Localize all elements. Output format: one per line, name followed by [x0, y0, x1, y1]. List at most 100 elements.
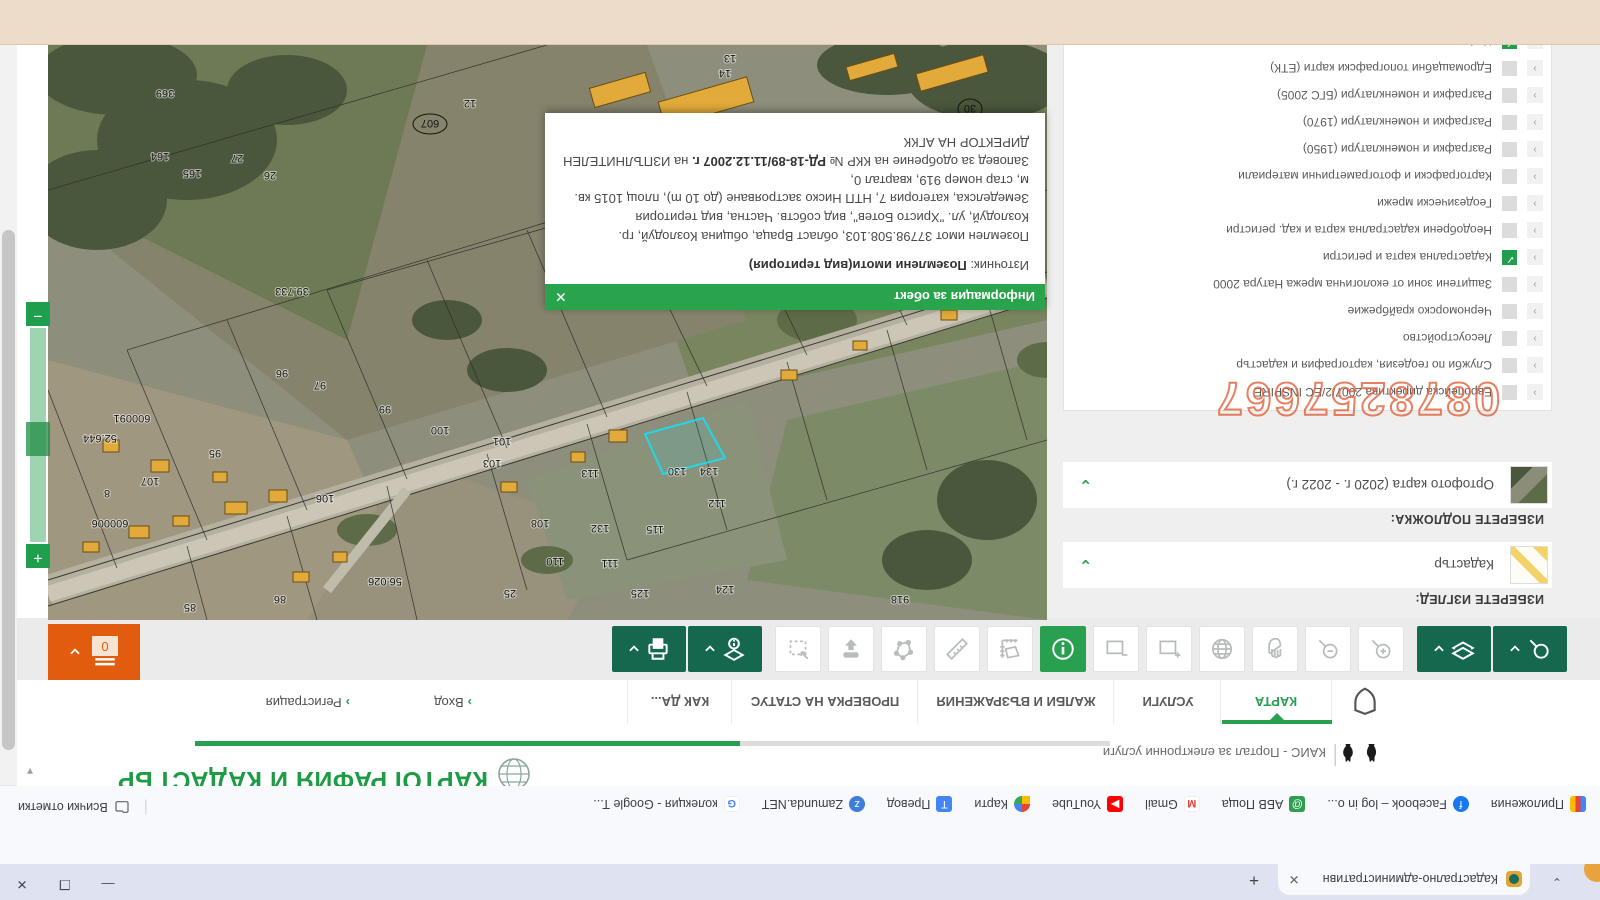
draw-polygon-tool-button[interactable] [881, 626, 927, 672]
view-option-row[interactable]: Кадастър ⌄ [1063, 542, 1552, 588]
nav-tab-как-да-[interactable]: КАК ДА... [627, 680, 732, 724]
layer-checkbox[interactable] [1502, 115, 1517, 130]
all-bookmarks-label[interactable]: Всички отметки [18, 800, 108, 814]
nav-tab-проверка-на-статус[interactable]: ПРОВЕРКА НА СТАТУС [731, 680, 918, 724]
layer-label[interactable]: Разграфки и номенклатури (1950) [1303, 143, 1492, 157]
full-extent-tool-button[interactable] [1199, 626, 1245, 672]
browser-tab[interactable]: Кадастрално-административн ✕ [1278, 864, 1530, 895]
chevron-down-icon[interactable]: ⌄ [1079, 475, 1092, 495]
bookmark-label: Приложения [1491, 797, 1564, 811]
shield-icon[interactable] [1352, 686, 1378, 716]
window-maximize-button[interactable]: ❐ [45, 866, 85, 900]
layer-label[interactable]: Разграфки и номенклатури (1970) [1303, 116, 1492, 130]
layer-checkbox[interactable] [1502, 385, 1517, 400]
popup-header[interactable]: Информация за обект ✕ [545, 284, 1045, 310]
bookmark-item[interactable]: Приложения [1491, 796, 1586, 812]
layer-checkbox[interactable] [1502, 45, 1517, 49]
layer-expand-icon[interactable]: › [1527, 304, 1543, 320]
popup-close-icon[interactable]: ✕ [555, 289, 567, 306]
tab-search-icon[interactable]: ⌄ [1546, 870, 1568, 892]
zoom-rect-out-tool-button[interactable] [1093, 626, 1139, 672]
tab-close-icon[interactable]: ✕ [1286, 872, 1302, 888]
layer-label[interactable]: Картографски и фотограметрични материали [1238, 170, 1492, 184]
layer-checkbox[interactable] [1502, 142, 1517, 157]
layer-label[interactable]: Неодобрени кадастрална карта и кад. реги… [1226, 224, 1492, 238]
search-tool-button[interactable] [1493, 626, 1567, 672]
select-tool-button[interactable] [775, 626, 821, 672]
auth-link-login[interactable]: ›Вход [434, 695, 472, 710]
measure-area-tool-button[interactable] [987, 626, 1033, 672]
layer-label[interactable]: Кадастрална карта и регистри [1323, 251, 1492, 265]
zoom-in-tool-button[interactable] [1358, 626, 1404, 672]
zoom-thumb[interactable] [26, 422, 50, 456]
layer-label[interactable]: Лесоустройство [1403, 332, 1492, 346]
bookmark-item[interactable]: fFacebook – log in o... [1327, 796, 1469, 812]
new-tab-button[interactable]: + [1242, 868, 1266, 892]
layer-expand-icon[interactable]: › [1527, 45, 1543, 50]
layer-checkbox[interactable] [1502, 358, 1517, 373]
layer-checkbox[interactable] [1502, 250, 1517, 265]
zoom-in-button[interactable]: + [26, 544, 50, 568]
layer-label[interactable]: Информационно-административна карта [1262, 45, 1492, 49]
measure-distance-tool-button[interactable] [934, 626, 980, 672]
hand-icon [1262, 636, 1288, 662]
layer-checkbox[interactable] [1502, 169, 1517, 184]
layer-label[interactable]: Защитени зони от екологична мрежа Натура… [1213, 278, 1492, 292]
nav-tab-жалби-и-възражения[interactable]: ЖАЛБИ И ВЪЗРАЖЕНИЯ [917, 680, 1114, 724]
auth-link-register[interactable]: ›Регистрация [266, 695, 350, 710]
layer-label[interactable]: Геодезически мрежи [1377, 197, 1492, 211]
layer-expand-icon[interactable]: › [1527, 142, 1543, 158]
bookmark-item[interactable]: Карти [974, 796, 1030, 812]
layer-label[interactable]: Черноморско крайбрежие [1348, 305, 1492, 319]
road-number-label: 607 [421, 117, 439, 129]
selection-cart-button[interactable]: 0 [48, 624, 140, 680]
area-icon [997, 636, 1023, 662]
bookmark-item[interactable]: ▶YouTube [1052, 796, 1123, 812]
bookmark-item[interactable]: zZamunda.NET [762, 796, 865, 812]
layer-checkbox[interactable] [1502, 196, 1517, 211]
layer-label[interactable]: Служби по геодезия, картография и кадаст… [1236, 359, 1492, 373]
layer-expand-icon[interactable]: › [1527, 196, 1543, 212]
zoom-out-tool-button[interactable] [1305, 626, 1351, 672]
download-tool-button[interactable] [828, 626, 874, 672]
layer-checkbox[interactable] [1502, 88, 1517, 103]
window-close-button[interactable]: ✕ [2, 866, 42, 900]
nav-tab-услуги[interactable]: УСЛУГИ [1113, 680, 1222, 724]
layer-label[interactable]: Едромащабни топографски карти (ЕТК) [1270, 62, 1492, 76]
layer-expand-icon[interactable]: › [1527, 61, 1543, 77]
print-tool-button[interactable] [612, 626, 686, 672]
layer-expand-icon[interactable]: › [1527, 169, 1543, 185]
bookmark-item[interactable]: MGmail [1145, 796, 1200, 812]
page-scrollbar-thumb[interactable] [2, 230, 15, 750]
page-corner-caret-icon[interactable]: ▼ [25, 765, 35, 776]
parcel-number-label: 113 [581, 467, 599, 479]
layer-expand-icon[interactable]: › [1527, 88, 1543, 104]
layer-expand-icon[interactable]: › [1527, 115, 1543, 131]
layer-checkbox[interactable] [1502, 331, 1517, 346]
layers-tool-button[interactable] [1417, 626, 1491, 672]
layer-checkbox[interactable] [1502, 304, 1517, 319]
layer-expand-icon[interactable]: › [1527, 277, 1543, 293]
layer-expand-icon[interactable]: › [1527, 385, 1543, 401]
window-minimize-button[interactable]: — [88, 866, 128, 900]
bookmark-item[interactable]: ТПревод [887, 796, 952, 812]
layer-label[interactable]: Разграфки и номенклатури (БГС 2005) [1277, 89, 1492, 103]
all-bookmarks[interactable]: | Всички отметки [18, 798, 148, 816]
layer-checkbox[interactable] [1502, 61, 1517, 76]
bookmark-item[interactable]: Gколекция - Google Т... [593, 796, 739, 812]
zoom-out-button[interactable]: − [26, 302, 50, 326]
layer-expand-icon[interactable]: › [1527, 250, 1543, 266]
pan-tool-button[interactable] [1252, 626, 1298, 672]
layer-checkbox[interactable] [1502, 277, 1517, 292]
identify-tool-button[interactable] [1040, 626, 1086, 672]
layer-expand-icon[interactable]: › [1527, 331, 1543, 347]
bookmark-label: Превод [887, 797, 930, 811]
chevron-down-icon[interactable]: ⌄ [1079, 555, 1092, 575]
layer-checkbox[interactable] [1502, 223, 1517, 238]
base-option-row[interactable]: Ортофото карта (2020 г. - 2022 г.) ⌄ [1063, 462, 1552, 508]
layer-expand-icon[interactable]: › [1527, 358, 1543, 374]
layers-info-tool-button[interactable] [688, 626, 762, 672]
layer-expand-icon[interactable]: › [1527, 223, 1543, 239]
bookmark-item[interactable]: @АБВ Поща [1222, 796, 1306, 812]
zoom-rect-in-tool-button[interactable] [1146, 626, 1192, 672]
